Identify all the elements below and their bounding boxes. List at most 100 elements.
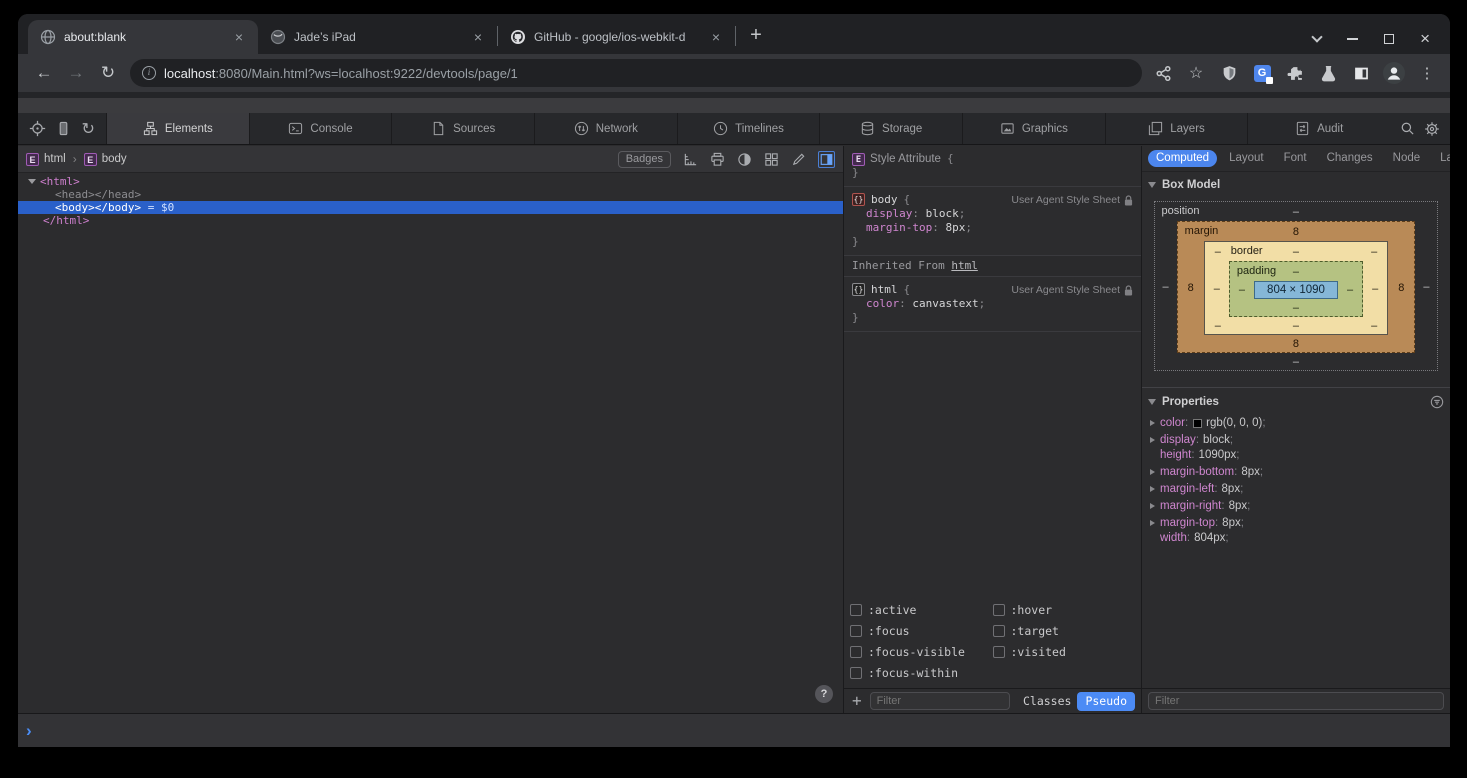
tab-close-icon[interactable]: × xyxy=(469,28,487,46)
checkbox[interactable] xyxy=(850,625,862,637)
profile-avatar[interactable] xyxy=(1381,60,1407,86)
reload-button[interactable]: ↻ xyxy=(94,59,122,87)
inherited-from-link[interactable]: html xyxy=(951,259,978,272)
tab-changes[interactable]: Changes xyxy=(1319,150,1381,167)
browser-tab-jades-ipad[interactable]: Jade’s iPad × xyxy=(258,20,497,54)
devtools-tab-network[interactable]: Network xyxy=(534,113,677,144)
computed-property-margin-right[interactable]: margin-right:8px; xyxy=(1148,500,1450,512)
computed-property-width[interactable]: width:804px; xyxy=(1148,532,1450,544)
tab-layout[interactable]: Layout xyxy=(1221,150,1272,167)
grid-overlay-icon[interactable] xyxy=(764,152,779,167)
print-icon[interactable] xyxy=(710,152,725,167)
page-info-icon[interactable]: i xyxy=(142,66,156,80)
help-button[interactable]: ? xyxy=(815,685,833,703)
box-model-position[interactable]: position– – margin8 8 –border–– xyxy=(1154,201,1439,371)
flask-extension-icon[interactable] xyxy=(1315,60,1341,86)
css-declaration[interactable]: margin-top: 8px; xyxy=(852,221,1133,235)
tab-computed[interactable]: Computed xyxy=(1148,150,1217,167)
window-minimize-button[interactable] xyxy=(1347,38,1358,40)
sidebar-extension-icon[interactable] xyxy=(1348,60,1374,86)
expand-arrow-icon[interactable] xyxy=(28,179,36,184)
browser-tab-about-blank[interactable]: about:blank × xyxy=(28,20,258,54)
window-maximize-button[interactable] xyxy=(1384,34,1394,44)
devtools-tab-elements[interactable]: Elements xyxy=(106,113,249,144)
bookmark-star-icon[interactable]: ☆ xyxy=(1183,60,1209,86)
tab-close-icon[interactable]: × xyxy=(707,28,725,46)
dom-node-html-open[interactable]: <html> xyxy=(18,175,843,188)
checkbox[interactable] xyxy=(993,646,1005,658)
pseudo-active-checkbox[interactable]: :active xyxy=(850,603,993,617)
badges-button[interactable]: Badges xyxy=(618,151,671,168)
pseudo-focus-within-checkbox[interactable]: :focus-within xyxy=(850,666,993,680)
browser-tab-github[interactable]: GitHub - google/ios-webkit-d × xyxy=(498,20,735,54)
dom-node-body-selected[interactable]: <body></body> = $0 xyxy=(18,201,843,214)
dom-node-head[interactable]: <head></head> xyxy=(18,188,843,201)
shield-extension-icon[interactable] xyxy=(1216,60,1242,86)
inspector-layout-toggle-icon[interactable] xyxy=(818,151,835,168)
css-rule-html[interactable]: {} html { User Agent Style Sheet color: … xyxy=(844,277,1141,332)
devtools-search-icon[interactable] xyxy=(1400,121,1415,136)
disclosure-triangle-icon[interactable] xyxy=(1150,503,1155,509)
pseudo-visited-checkbox[interactable]: :visited xyxy=(993,645,1136,659)
rule-selector[interactable]: html xyxy=(871,283,898,297)
checkbox[interactable] xyxy=(850,604,862,616)
share-button[interactable] xyxy=(1150,60,1176,86)
element-picker-icon[interactable] xyxy=(29,120,46,137)
section-collapse-icon[interactable] xyxy=(1148,182,1156,188)
back-button[interactable]: ← xyxy=(30,59,58,87)
tab-close-icon[interactable]: × xyxy=(230,28,248,46)
checkbox[interactable] xyxy=(850,646,862,658)
computed-property-display[interactable]: display:block; xyxy=(1148,434,1450,446)
box-model-header[interactable]: Box Model xyxy=(1142,172,1450,195)
pseudo-button[interactable]: Pseudo xyxy=(1077,692,1135,711)
classes-button[interactable]: Classes xyxy=(1023,694,1071,708)
devtools-tab-layers[interactable]: Layers xyxy=(1105,113,1248,144)
pseudo-hover-checkbox[interactable]: :hover xyxy=(993,603,1136,617)
disclosure-triangle-icon[interactable] xyxy=(1150,520,1155,526)
pseudo-focus-checkbox[interactable]: :focus xyxy=(850,624,993,638)
devtools-tab-console[interactable]: Console xyxy=(249,113,392,144)
address-bar[interactable]: i localhost:8080/Main.html?ws=localhost:… xyxy=(130,59,1142,87)
css-declaration[interactable]: display: block; xyxy=(852,207,1133,221)
new-tab-button[interactable]: + xyxy=(742,22,770,50)
rule-selector[interactable]: body xyxy=(871,193,898,207)
translate-extension-icon[interactable]: G xyxy=(1249,60,1275,86)
disclosure-triangle-icon[interactable] xyxy=(1150,420,1155,426)
breadcrumb-item-html[interactable]: html xyxy=(44,153,66,165)
devtools-reload-icon[interactable]: ↻ xyxy=(81,119,94,139)
computed-filter-input[interactable] xyxy=(1148,692,1444,710)
pseudo-target-checkbox[interactable]: :target xyxy=(993,624,1136,638)
tab-layers[interactable]: Layers xyxy=(1432,150,1450,167)
new-rule-plus-icon[interactable]: + xyxy=(852,694,862,708)
disclosure-triangle-icon[interactable] xyxy=(1150,469,1155,475)
quick-console[interactable]: › xyxy=(18,713,1450,747)
checkbox[interactable] xyxy=(993,625,1005,637)
css-declaration[interactable]: color: canvastext; xyxy=(852,297,1133,311)
box-model-padding[interactable]: padding– – 804 × 1090 – – xyxy=(1229,261,1363,317)
box-model-content[interactable]: 804 × 1090 xyxy=(1254,281,1338,299)
computed-property-color[interactable]: color:rgb(0, 0, 0); xyxy=(1148,417,1450,429)
devtools-tab-graphics[interactable]: Graphics xyxy=(962,113,1105,144)
edit-pen-icon[interactable] xyxy=(791,152,806,167)
browser-menu-kebab-icon[interactable]: ⋮ xyxy=(1414,60,1440,86)
disclosure-triangle-icon[interactable] xyxy=(1150,486,1155,492)
properties-header[interactable]: Properties xyxy=(1142,388,1450,413)
extensions-puzzle-icon[interactable] xyxy=(1282,60,1308,86)
dom-node-html-close[interactable]: </html> xyxy=(18,214,843,227)
window-close-button[interactable]: × xyxy=(1420,34,1430,44)
breadcrumb-item-body[interactable]: body xyxy=(102,153,127,165)
devtools-tab-audit[interactable]: Audit xyxy=(1247,113,1390,144)
box-model-margin[interactable]: margin8 8 –border–– – padding– xyxy=(1177,221,1416,353)
computed-property-margin-left[interactable]: margin-left:8px; xyxy=(1148,483,1450,495)
devtools-tab-timelines[interactable]: Timelines xyxy=(677,113,820,144)
css-rule-body[interactable]: {} body { User Agent Style Sheet display… xyxy=(844,187,1141,256)
forward-button[interactable]: → xyxy=(62,59,90,87)
contrast-icon[interactable] xyxy=(737,152,752,167)
section-collapse-icon[interactable] xyxy=(1148,399,1156,405)
computed-property-height[interactable]: height:1090px; xyxy=(1148,449,1450,461)
devtools-settings-gear-icon[interactable] xyxy=(1424,121,1440,137)
ruler-icon[interactable] xyxy=(683,152,698,167)
devtools-tab-sources[interactable]: Sources xyxy=(391,113,534,144)
styles-filter-input[interactable] xyxy=(870,692,1010,710)
box-model-border[interactable]: –border–– – padding– – 804 × 1090 xyxy=(1204,241,1388,335)
